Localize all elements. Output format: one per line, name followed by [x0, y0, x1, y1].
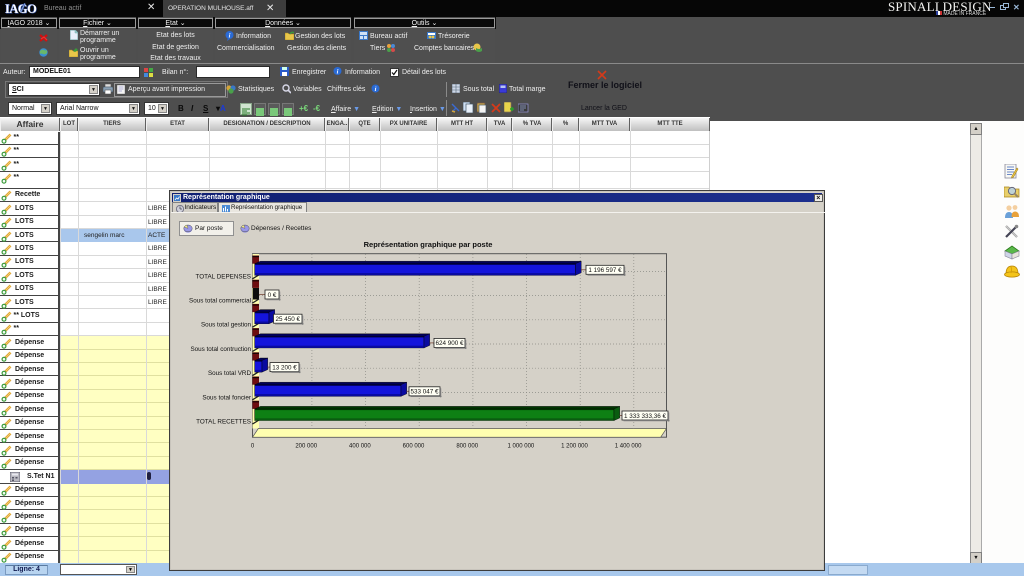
svg-text:1 200 000: 1 200 000 — [561, 444, 588, 450]
svg-text:Représentation graphique par p: Représentation graphique par poste — [364, 240, 493, 249]
svg-text:Sous total foncier: Sous total foncier — [202, 394, 251, 401]
svg-text:i: i — [229, 32, 231, 39]
svg-text:600 000: 600 000 — [403, 444, 425, 450]
svg-text:1 400 000: 1 400 000 — [615, 444, 642, 450]
svg-text:0 €: 0 € — [268, 292, 277, 299]
svg-text:1 196 597 €: 1 196 597 € — [588, 267, 622, 274]
svg-text:Sous total gestion: Sous total gestion — [201, 322, 252, 329]
svg-text:TOTAL DEPENSES: TOTAL DEPENSES — [195, 273, 251, 280]
svg-text:533 047 €: 533 047 € — [410, 389, 439, 396]
svg-text:400 000: 400 000 — [349, 444, 371, 450]
svg-text:i: i — [337, 68, 339, 75]
svg-text:Sous total VRD: Sous total VRD — [208, 370, 252, 377]
svg-text:0: 0 — [251, 444, 255, 450]
svg-text:Sous total commercial: Sous total commercial — [189, 298, 251, 305]
svg-text:1 000 000: 1 000 000 — [508, 444, 535, 450]
svg-text:13 200 €: 13 200 € — [272, 364, 297, 371]
svg-text:624 900 €: 624 900 € — [435, 340, 464, 347]
svg-text:Sous total contruction: Sous total contruction — [190, 346, 251, 353]
svg-text:TOTAL RECETTES: TOTAL RECETTES — [196, 419, 251, 426]
svg-text:i: i — [375, 86, 377, 93]
svg-text:25 450 €: 25 450 € — [276, 316, 301, 323]
svg-text:1 333 333,36 €: 1 333 333,36 € — [624, 413, 667, 420]
svg-text:200 000: 200 000 — [295, 444, 317, 450]
svg-text:800 000: 800 000 — [456, 444, 478, 450]
